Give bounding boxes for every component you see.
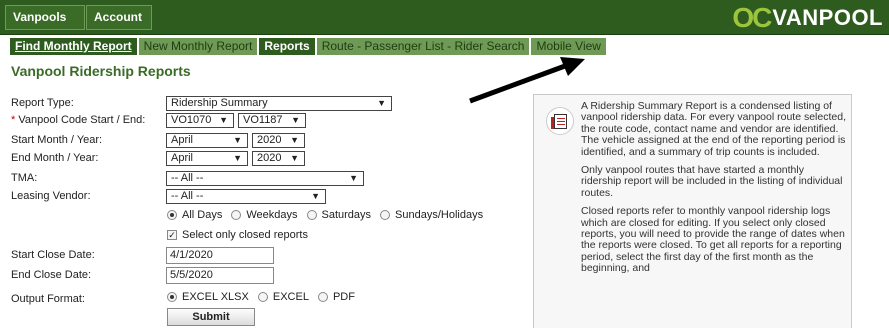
annotation-arrow: [469, 57, 585, 104]
arrow-shaft: [469, 63, 566, 104]
